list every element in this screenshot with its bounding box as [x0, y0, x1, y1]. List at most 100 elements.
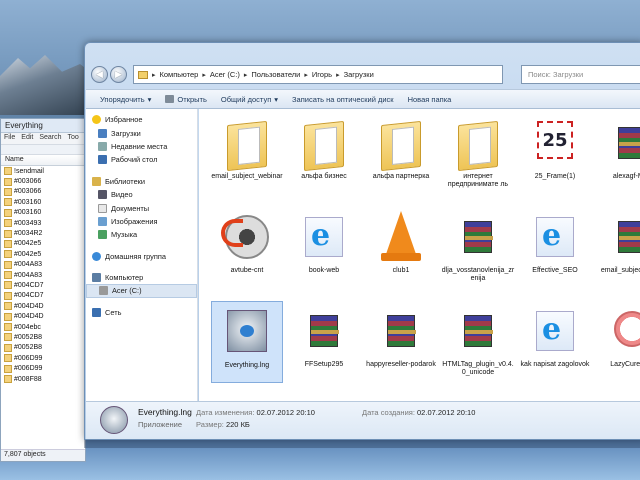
archive-icon [618, 127, 640, 159]
menu-edit[interactable]: Edit [21, 134, 33, 143]
file-item[interactable]: club1 [365, 207, 437, 289]
file-item[interactable]: kak napisat zagolovok [519, 301, 591, 383]
folder-icon [381, 120, 421, 172]
recent-icon [98, 141, 107, 151]
menu-file[interactable]: File [4, 134, 15, 143]
result-row[interactable]: #003160 [1, 197, 85, 207]
result-row[interactable]: #008F88 [1, 374, 85, 384]
result-row[interactable]: #004CD7 [1, 280, 85, 290]
search-input[interactable]: Поиск: Загрузки [521, 65, 640, 84]
archive-icon [618, 221, 640, 253]
nav-desktop[interactable]: Рабочий стол [86, 153, 197, 166]
file-item[interactable]: dlja_vosstanovlenija_zrenija [442, 207, 514, 289]
result-row[interactable]: #004D4D [1, 311, 85, 321]
menu-search[interactable]: Search [39, 134, 61, 143]
file-item[interactable]: happyreseller-podarok [365, 301, 437, 383]
result-row[interactable]: #004D4D [1, 301, 85, 311]
command-bar: Упорядочить ▾ Открыть Общий доступ ▾ Запис… [86, 89, 640, 109]
breadcrumb-computer[interactable]: Компьютер [160, 70, 199, 79]
file-item[interactable]: alexagf-Mk0 [596, 113, 640, 195]
file-item[interactable]: email_subject_binar [596, 207, 640, 289]
result-row[interactable]: #006D99 [1, 363, 85, 373]
archive-icon [464, 221, 493, 253]
nav-images[interactable]: Изображения [86, 215, 197, 228]
result-row[interactable]: !sendmail [1, 166, 85, 176]
internet-shortcut-icon [536, 311, 574, 351]
file-item[interactable]: avtube-cnt [211, 207, 283, 289]
breadcrumb-downloads[interactable]: Загрузки [344, 70, 374, 79]
nav-homegroup[interactable]: Домашняя группа [86, 250, 197, 263]
result-row[interactable]: #003066 [1, 187, 85, 197]
file-item[interactable]: Effective_SEO [519, 207, 591, 289]
result-row[interactable]: #0052B8 [1, 343, 85, 353]
chevron-right-icon: ▸ [243, 71, 248, 79]
breadcrumb-user[interactable]: Игорь [312, 70, 332, 79]
nav-music[interactable]: Музыка [86, 228, 197, 241]
burn-button[interactable]: Записать на оптический диск [292, 95, 394, 104]
new-folder-button[interactable]: Новая папка [408, 95, 452, 104]
result-row[interactable]: #0052B8 [1, 332, 85, 342]
breadcrumb-users[interactable]: Пользователи [251, 70, 300, 79]
file-item[interactable]: 25 25_Frame(1) [519, 113, 591, 195]
nav-libraries[interactable]: Библиотеки [86, 175, 197, 188]
file-name: 25_Frame(1) [534, 173, 576, 180]
result-row[interactable]: #003160 [1, 208, 85, 218]
open-button[interactable]: Открыть [165, 95, 207, 104]
forward-button[interactable]: ▶ [110, 65, 127, 83]
documents-icon [98, 203, 107, 213]
file-item[interactable]: HTMLTag_plugin_v0.4.0_unicode [442, 301, 514, 383]
file-name: интернет предпринимате ль [447, 173, 509, 188]
file-thumbnail [604, 209, 640, 265]
file-name: avtube-cnt [230, 267, 264, 274]
column-header-name[interactable]: Name [1, 155, 85, 166]
navigation-pane: Избранное Загрузки Недавние места Рабочи… [86, 109, 198, 401]
file-name: dlja_vosstanovlenija_zrenija [441, 267, 515, 282]
result-row[interactable]: #0042e5 [1, 239, 85, 249]
file-item[interactable]: альфа партнерка [365, 113, 437, 195]
result-row[interactable]: #003066 [1, 176, 85, 186]
back-button[interactable]: ◀ [91, 65, 108, 83]
vlc-icon [385, 211, 417, 257]
everything-window[interactable]: Everything File Edit Search Too Name !se… [0, 118, 86, 462]
file-name: альфа партнерка [372, 173, 430, 180]
file-name: FFSetup295 [304, 361, 344, 368]
menu-tools[interactable]: Too [68, 134, 79, 143]
file-item[interactable]: альфа бизнес [288, 113, 360, 195]
file-name: kak napisat zagolovok [520, 361, 590, 368]
nav-favorites[interactable]: Избранное [86, 113, 197, 126]
nav-documents[interactable]: Документы [86, 201, 197, 214]
result-row[interactable]: #006D99 [1, 353, 85, 363]
result-row[interactable]: #0034R2 [1, 228, 85, 238]
nav-recent[interactable]: Недавние места [86, 140, 197, 153]
nav-drive[interactable]: Acer (C:) [86, 284, 197, 298]
nav-video[interactable]: Видео [86, 188, 197, 201]
result-row[interactable]: #004ebc [1, 322, 85, 332]
result-row[interactable]: #004CD7 [1, 291, 85, 301]
file-item[interactable]: Everything.lng [211, 301, 283, 383]
result-row[interactable]: #0042e5 [1, 249, 85, 259]
details-pane: Everything.lng Приложение Дата изменения… [86, 401, 640, 439]
result-row[interactable]: #004A83 [1, 260, 85, 270]
organize-button[interactable]: Упорядочить ▾ [100, 95, 151, 104]
file-thumbnail [373, 209, 429, 265]
taskbar [84, 440, 640, 448]
breadcrumb-drive[interactable]: Acer (C:) [210, 70, 240, 79]
file-item[interactable]: интернет предпринимате ль [442, 113, 514, 195]
share-button[interactable]: Общий доступ ▾ [221, 95, 278, 104]
file-item[interactable]: email_subject_webinar [211, 113, 283, 195]
nav-computer[interactable]: Компьютер [86, 271, 197, 284]
desktop-icon [98, 155, 107, 165]
result-row[interactable]: #004A83 [1, 270, 85, 280]
everything-search-input[interactable] [1, 145, 85, 155]
nav-network[interactable]: Сеть [86, 306, 197, 319]
nav-downloads[interactable]: Загрузки [86, 126, 197, 139]
explorer-window: ◀ ▶ ▸ Компьютер ▸ Acer (C:) ▸ Пользовате… [84, 42, 640, 440]
result-row[interactable]: #003493 [1, 218, 85, 228]
address-bar[interactable]: ▸ Компьютер ▸ Acer (C:) ▸ Пользователи ▸… [133, 65, 503, 84]
archive-icon [387, 315, 416, 347]
file-item[interactable]: book-web [288, 207, 360, 289]
folder-icon [138, 70, 148, 79]
file-item[interactable]: FFSetup295 [288, 301, 360, 383]
file-name: HTMLTag_plugin_v0.4.0_unicode [442, 361, 514, 376]
file-item[interactable]: LazyCure4.05 [596, 301, 640, 383]
